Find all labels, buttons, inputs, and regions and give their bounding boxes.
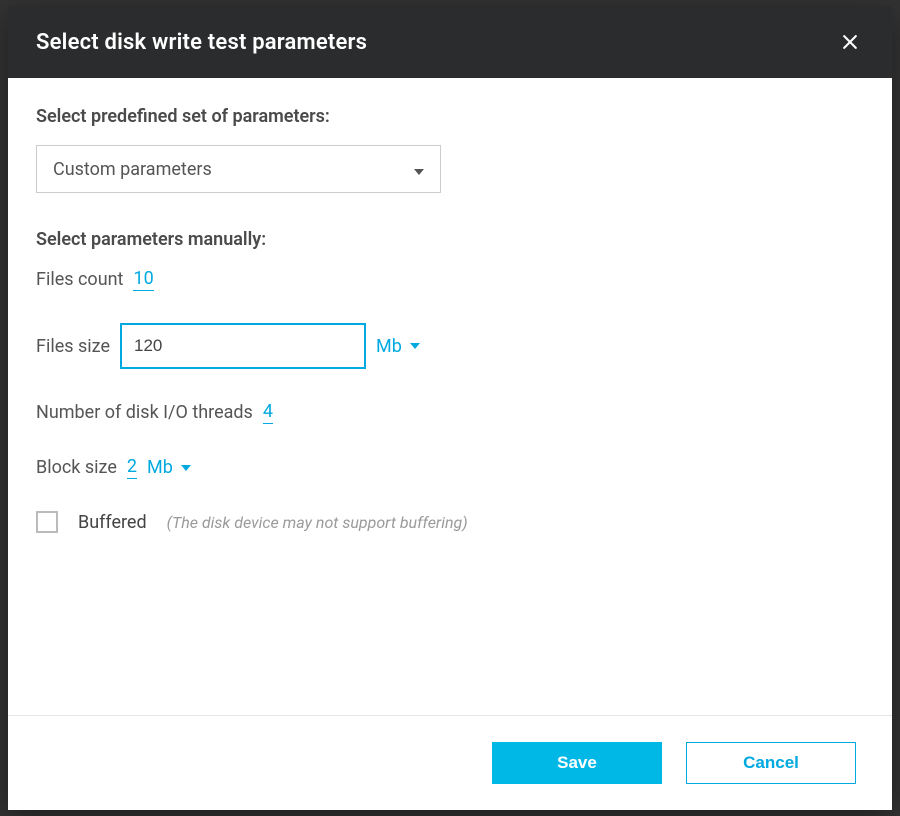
threads-value[interactable]: 4: [263, 401, 273, 424]
buffered-checkbox[interactable]: [36, 511, 58, 533]
dialog-body: Select predefined set of parameters: Cus…: [8, 78, 892, 715]
buffered-row: Buffered (The disk device may not suppor…: [36, 511, 864, 533]
buffered-label: Buffered: [78, 512, 147, 533]
block-size-label: Block size: [36, 457, 117, 478]
files-size-row: Files size Mb: [36, 323, 864, 369]
save-button[interactable]: Save: [492, 742, 662, 784]
dialog-footer: Save Cancel: [8, 715, 892, 810]
files-size-input[interactable]: [120, 323, 366, 369]
chevron-down-icon: [181, 465, 191, 471]
predefined-params-value: Custom parameters: [53, 159, 212, 180]
block-size-row: Block size 2 Mb: [36, 456, 864, 479]
predefined-params-dropdown[interactable]: Custom parameters: [36, 145, 441, 193]
close-button[interactable]: [836, 28, 864, 56]
threads-row: Number of disk I/O threads 4: [36, 401, 864, 424]
files-count-value[interactable]: 10: [133, 268, 153, 291]
close-icon: [840, 32, 860, 52]
files-size-unit-label: Mb: [376, 336, 402, 357]
files-size-unit-dropdown[interactable]: Mb: [376, 336, 420, 357]
dialog-header: Select disk write test parameters: [8, 6, 892, 78]
predefined-params-label: Select predefined set of parameters:: [36, 106, 864, 127]
chevron-down-icon: [414, 159, 424, 180]
buffered-hint: (The disk device may not support bufferi…: [167, 513, 468, 532]
chevron-down-icon: [410, 343, 420, 349]
threads-label: Number of disk I/O threads: [36, 402, 253, 423]
dialog-select-disk-write-test-parameters: Select disk write test parameters Select…: [8, 6, 892, 810]
files-count-label: Files count: [36, 269, 123, 290]
dialog-title: Select disk write test parameters: [36, 30, 367, 55]
files-count-row: Files count 10: [36, 268, 864, 291]
cancel-button[interactable]: Cancel: [686, 742, 856, 784]
block-size-unit-label: Mb: [147, 457, 173, 478]
manual-params-label: Select parameters manually:: [36, 229, 864, 250]
block-size-unit-dropdown[interactable]: Mb: [147, 457, 191, 478]
files-size-label: Files size: [36, 336, 110, 357]
block-size-value[interactable]: 2: [127, 456, 137, 479]
